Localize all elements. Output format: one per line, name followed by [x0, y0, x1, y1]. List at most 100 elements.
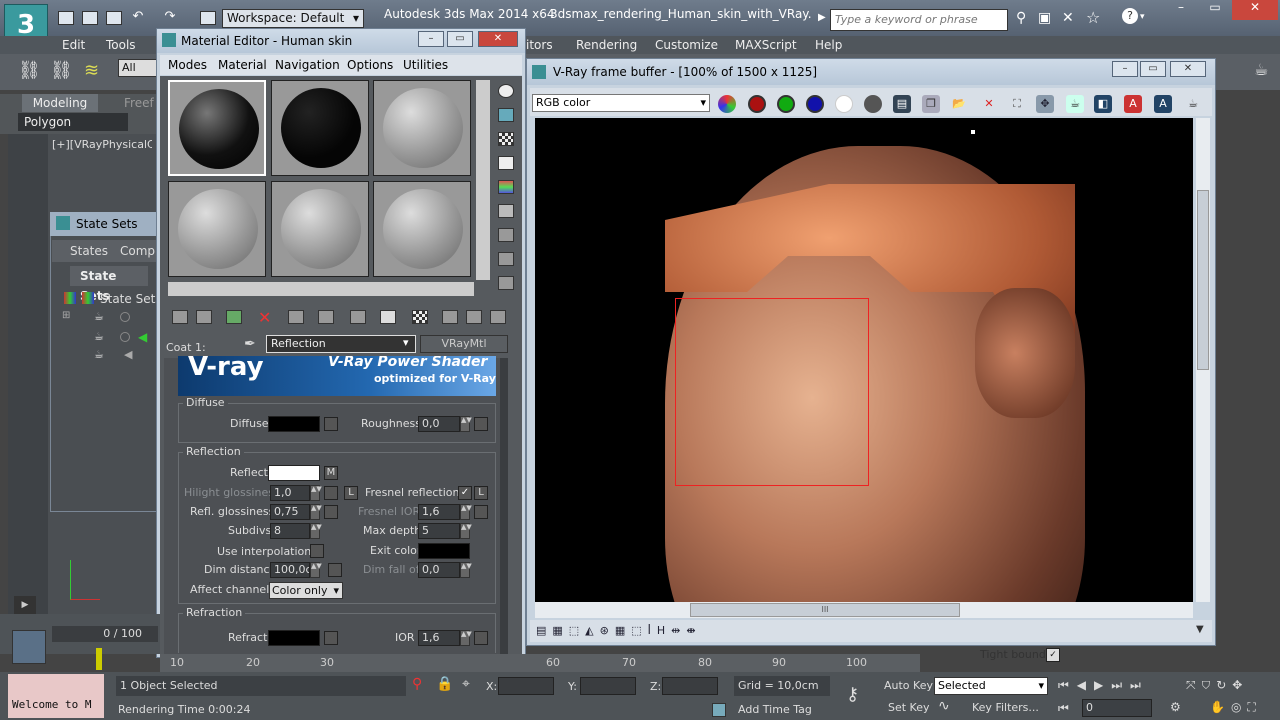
- help-icon[interactable]: ?: [1122, 8, 1138, 24]
- menu-maxscript[interactable]: MAXScript: [735, 36, 797, 54]
- maxscript-listener-button[interactable]: [12, 630, 46, 664]
- subdivs-spinner[interactable]: ▲▼: [310, 523, 322, 539]
- sample-slot-2[interactable]: [271, 80, 369, 176]
- ior-map-button[interactable]: [474, 631, 488, 645]
- menu-edit[interactable]: Edit: [62, 36, 85, 54]
- go-sibling-icon[interactable]: [490, 310, 506, 324]
- ior-spinner[interactable]: ▲▼: [460, 630, 472, 646]
- sample-slot-1[interactable]: [168, 80, 266, 176]
- viewport-label[interactable]: [+][VRayPhysicalC: [52, 138, 152, 151]
- red-channel-icon[interactable]: [748, 95, 766, 113]
- time-slider-marker[interactable]: [96, 648, 102, 670]
- project-folder-icon[interactable]: [200, 11, 216, 25]
- channel-dropdown[interactable]: RGB color ▾: [532, 94, 710, 112]
- favorites-star-icon[interactable]: ☆: [1086, 8, 1100, 27]
- ribbon-tab-modeling[interactable]: Modeling: [22, 94, 98, 112]
- alpha-channel-icon[interactable]: [835, 95, 853, 113]
- me-menu-material[interactable]: Material: [218, 58, 267, 72]
- save-image-icon[interactable]: ▤: [893, 95, 911, 113]
- ior-input[interactable]: 1,6: [418, 630, 460, 646]
- max-depth-spinner[interactable]: ▲▼: [460, 523, 472, 539]
- undo-icon[interactable]: ↶: [130, 10, 146, 25]
- material-name-field[interactable]: Reflection: [266, 335, 416, 353]
- refl-glossiness-spinner[interactable]: ▲▼: [310, 504, 322, 520]
- sample-slot-6[interactable]: [373, 181, 471, 277]
- menu-tools[interactable]: Tools: [106, 36, 136, 54]
- key-mode-toggle-icon[interactable]: ⏮: [1058, 701, 1069, 716]
- help-dropdown-icon[interactable]: ▾: [1140, 12, 1145, 22]
- chevron-down-icon[interactable]: ▾: [403, 336, 409, 349]
- refract-map-button[interactable]: [324, 631, 338, 645]
- dim-distance-spinner[interactable]: ▲▼: [310, 562, 322, 578]
- hilight-glossiness-spinner[interactable]: ▲▼: [310, 485, 322, 501]
- lock-selection-icon[interactable]: 🔒: [436, 676, 453, 692]
- play-icon[interactable]: ▶: [14, 596, 36, 614]
- slots-horizontal-scrollbar[interactable]: [168, 282, 474, 296]
- exit-color-swatch[interactable]: [418, 543, 470, 559]
- pixel-info-icon[interactable]: A: [1124, 95, 1142, 113]
- material-id-channel-icon[interactable]: [380, 310, 396, 324]
- rgb-channels-icon[interactable]: [718, 95, 736, 113]
- subscription-icon[interactable]: ▣: [1038, 10, 1051, 26]
- eyedropper-icon[interactable]: ✒: [244, 336, 256, 352]
- lut-icon[interactable]: A: [1154, 95, 1172, 113]
- refl-glossiness-input[interactable]: 0,75: [270, 504, 310, 520]
- sample-slot-5[interactable]: [271, 181, 369, 277]
- roughness-input[interactable]: 0,0: [418, 416, 460, 432]
- vertical-scroll-thumb[interactable]: [1197, 190, 1209, 370]
- render-region-box[interactable]: [675, 298, 869, 486]
- horizontal-scroll-thumb[interactable]: III: [690, 603, 960, 617]
- y-coordinate-input[interactable]: [580, 677, 636, 695]
- state-sets-tree-item[interactable]: State Sets: [100, 292, 162, 306]
- me-menu-navigation[interactable]: Navigation: [275, 58, 340, 72]
- clear-image-icon[interactable]: ✕: [980, 95, 998, 113]
- load-image-icon[interactable]: 📂: [950, 95, 968, 113]
- me-minimize-button[interactable]: –: [418, 31, 444, 47]
- state-radio[interactable]: [120, 332, 130, 342]
- workspace-dropdown[interactable]: Workspace: Default ▾: [222, 9, 364, 28]
- rollout-scrollbar[interactable]: [500, 358, 508, 654]
- vfb-bottom-icons[interactable]: ▤▦⬚◭⊛▦⬚ꟾH⇹⇼: [536, 624, 702, 637]
- menu-rendering[interactable]: Rendering: [576, 36, 637, 54]
- link-icon[interactable]: ⛓: [18, 60, 41, 81]
- reset-map-icon[interactable]: ✕: [258, 308, 271, 327]
- render-last-icon[interactable]: ☕: [1066, 95, 1084, 113]
- me-maximize-button[interactable]: ▭: [447, 31, 473, 47]
- dim-falloff-input[interactable]: 0,0: [418, 562, 460, 578]
- make-preview-icon[interactable]: [498, 204, 514, 218]
- fresnel-ior-spinner[interactable]: ▲▼: [460, 504, 472, 520]
- reflect-color-swatch[interactable]: [268, 465, 320, 481]
- viewport-left[interactable]: [8, 134, 48, 654]
- use-interpolation-checkbox[interactable]: [310, 544, 324, 558]
- expand-icon[interactable]: ⊞: [62, 310, 70, 321]
- sample-slot-4[interactable]: [168, 181, 266, 277]
- bind-spacewarp-icon[interactable]: ≋: [84, 60, 99, 81]
- diffuse-map-button[interactable]: [324, 417, 338, 431]
- mono-channel-icon[interactable]: [864, 95, 882, 113]
- hilight-lock-button[interactable]: L: [344, 486, 358, 500]
- tight-bounds-checkbox[interactable]: ✓: [1046, 648, 1060, 662]
- affect-channels-dropdown[interactable]: Color only ▾: [269, 582, 343, 599]
- playback-controls[interactable]: ⏮◀▶⏭⏭: [1058, 678, 1149, 693]
- select-by-material-icon[interactable]: [498, 252, 514, 266]
- refl-glossiness-map-button[interactable]: [324, 505, 338, 519]
- state-sets-menu-states[interactable]: States: [70, 244, 108, 258]
- reflect-map-button[interactable]: M: [324, 466, 338, 480]
- vfb-maximize-button[interactable]: ▭: [1140, 61, 1166, 77]
- absolute-mode-icon[interactable]: ⌖: [462, 676, 470, 692]
- current-frame-input[interactable]: 0: [1082, 699, 1152, 717]
- minimize-button[interactable]: –: [1166, 0, 1196, 20]
- make-unique-icon[interactable]: [318, 310, 334, 324]
- render-image[interactable]: [535, 118, 1193, 602]
- region-render-icon[interactable]: ✥: [1036, 95, 1054, 113]
- diffuse-color-swatch[interactable]: [268, 416, 320, 432]
- subdivs-input[interactable]: 8: [270, 523, 310, 539]
- go-forward-icon[interactable]: [466, 310, 482, 324]
- show-map-in-viewport-icon[interactable]: [412, 310, 428, 324]
- me-menu-options[interactable]: Options: [347, 58, 393, 72]
- backlight-icon[interactable]: [498, 108, 514, 122]
- dim-falloff-spinner[interactable]: ▲▼: [460, 562, 472, 578]
- green-channel-icon[interactable]: [777, 95, 795, 113]
- save-icon[interactable]: [106, 11, 122, 25]
- z-coordinate-input[interactable]: [662, 677, 718, 695]
